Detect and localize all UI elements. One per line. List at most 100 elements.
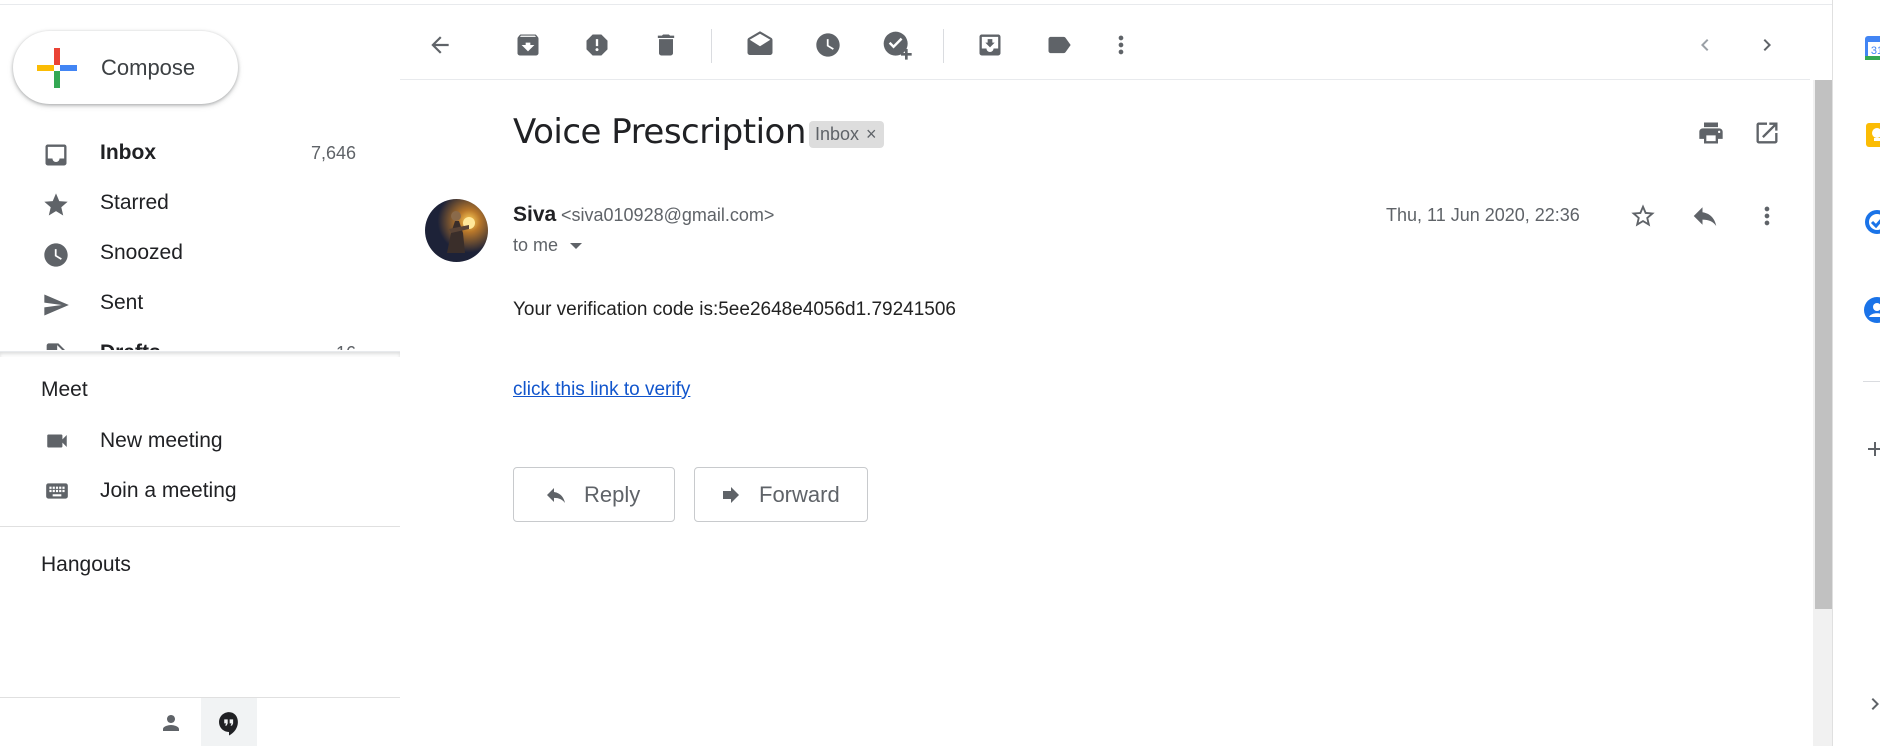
archive-button[interactable] [508,25,548,65]
new-meeting-button[interactable]: New meeting [0,416,400,466]
star-button[interactable] [1623,196,1663,236]
hangouts-section-title: Hangouts [41,553,131,576]
clock-icon [44,243,68,267]
sidebar-item-label: Starred [100,191,169,214]
left-sidebar: Compose Inbox 7,646 Starred Snoozed Sent… [0,5,400,746]
folder-list: Inbox 7,646 Starred Snoozed Sent Drafts … [0,128,400,350]
forward-label: Forward [759,481,840,507]
keyboard-icon [46,483,68,499]
mark-unread-button[interactable] [740,25,780,65]
to-line-text: to me [513,235,559,255]
sender-name: Siva [513,203,557,226]
sidebar-item-label: Sent [100,291,144,314]
more-button[interactable] [1101,25,1141,65]
clock-icon [816,33,840,57]
send-icon [44,294,69,316]
move-to-button[interactable] [970,25,1010,65]
join-meeting-button[interactable]: Join a meeting [0,466,400,516]
open-in-new-icon [1756,122,1778,144]
sidebar-item-label: Snoozed [100,241,183,264]
contacts-app-button[interactable] [1863,296,1880,324]
keep-icon [1866,123,1880,147]
archive-icon [517,34,539,56]
sidebar-item-snoozed[interactable]: Snoozed [0,228,400,278]
star-icon [44,193,68,216]
toolbar-divider [943,29,944,63]
arrow-back-icon [431,36,449,54]
calendar-icon: 31 [1865,36,1880,60]
svg-text:31: 31 [1871,45,1880,57]
report-spam-button[interactable] [577,25,617,65]
join-meeting-label: Join a meeting [100,479,237,502]
rail-divider [1863,381,1880,382]
add-to-tasks-button[interactable] [877,25,917,65]
reply-icon-button[interactable] [1685,196,1725,236]
sidebar-item-starred[interactable]: Starred [0,178,400,228]
verify-link[interactable]: click this link to verify [513,379,690,401]
reply-label: Reply [584,481,641,507]
labels-button[interactable] [1039,25,1079,65]
tasks-icon [1865,210,1880,234]
videocam-icon [47,434,67,448]
move-to-inbox-icon [979,34,1001,56]
recipient-details-toggle[interactable]: to me [513,235,583,256]
scrollbar-thumb[interactable] [1815,80,1832,609]
avatar-image [425,199,488,262]
reply-button[interactable]: Reply [513,467,675,522]
new-meeting-label: New meeting [100,429,223,452]
remove-label-icon[interactable]: × [866,124,877,145]
draft-count: 16 [336,343,356,351]
add-task-icon [883,31,912,60]
older-button[interactable] [1747,25,1787,65]
sidebar-item-drafts[interactable]: Drafts 16 [0,328,400,350]
message-toolbar [400,5,1810,80]
print-icon [1699,122,1723,144]
person-icon [163,714,179,731]
email-body-text: Your verification code is:5ee2648e4056d1… [513,299,956,320]
star-outline-icon [1631,204,1655,227]
meet-section-title: Meet [41,378,88,401]
keep-app-button[interactable] [1863,121,1880,149]
forward-button[interactable]: Forward [694,467,868,522]
sender-email: <siva010928@gmail.com> [561,205,775,225]
sidebar-item-label: Drafts [100,341,161,350]
calendar-app-button[interactable]: 31 [1863,34,1880,62]
tasks-app-button[interactable] [1863,208,1880,236]
report-spam-icon [586,34,608,56]
more-vert-icon [1764,206,1770,226]
get-addons-button[interactable] [1863,437,1880,465]
mark-unread-icon [747,31,773,55]
inbox-label-chip[interactable]: Inbox × [809,121,884,148]
sender-avatar[interactable] [425,199,488,262]
sidebar-item-inbox[interactable]: Inbox 7,646 [0,128,400,178]
sidebar-item-label: Inbox [100,141,156,164]
print-all-button[interactable] [1691,113,1731,153]
email-subject: Voice Prescription [513,112,806,152]
message-date: Thu, 11 Jun 2020, 22:36 [1386,205,1580,225]
reply-icon [1693,207,1717,226]
folder-list-divider [0,351,400,357]
label-icon [1048,36,1071,54]
hide-side-panel-button[interactable] [1863,692,1880,720]
snooze-button[interactable] [808,25,848,65]
label-chip-text: Inbox [815,124,860,144]
toolbar-divider [711,29,712,63]
message-more-button[interactable] [1747,196,1787,236]
newer-button[interactable] [1685,25,1725,65]
chevron-left-icon [1701,39,1709,51]
meet-divider [0,526,400,527]
side-panel-rail: 31 [1832,0,1880,746]
back-button[interactable] [420,25,460,65]
open-new-window-button[interactable] [1747,113,1787,153]
plus-icon [1868,442,1880,456]
sidebar-item-sent[interactable]: Sent [0,278,400,328]
contacts-button[interactable] [143,698,199,746]
chevron-right-icon [1763,39,1771,51]
delete-button[interactable] [646,25,686,65]
compose-button[interactable]: Compose [13,31,238,104]
hangouts-button[interactable] [201,698,257,746]
compose-label: Compose [101,54,196,80]
trash-icon [657,34,675,56]
more-vert-icon [1118,35,1124,55]
caret-down-icon [570,242,583,249]
